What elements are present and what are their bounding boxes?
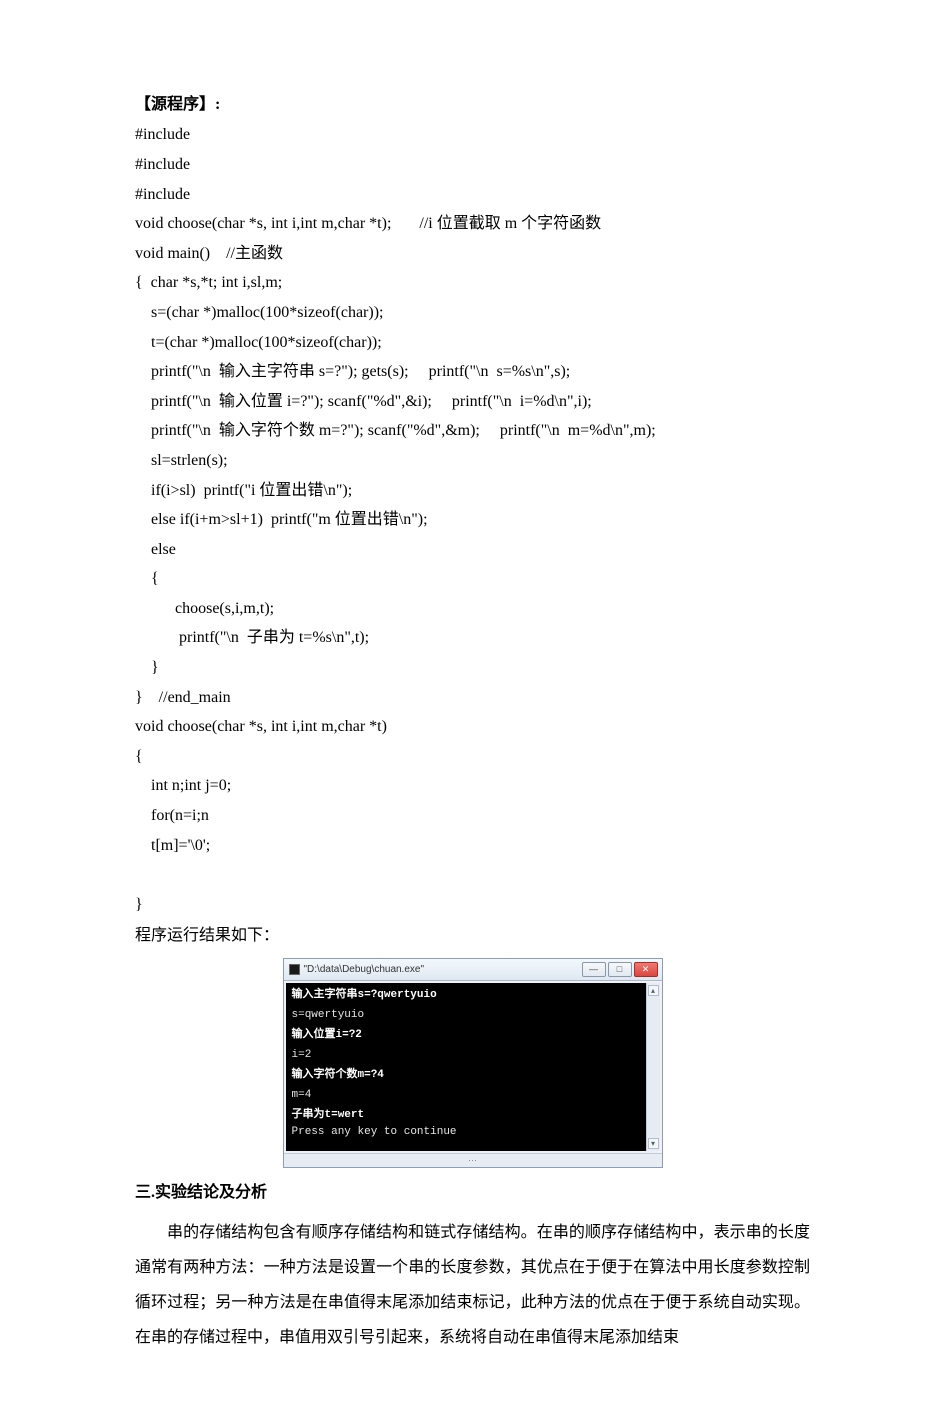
- minimize-button[interactable]: —: [582, 962, 606, 977]
- section-3-paragraph: 串的存储结构包含有顺序存储结构和链式存储结构。在串的顺序存储结构中，表示串的长度…: [135, 1215, 810, 1356]
- console-line: m=4: [292, 1087, 640, 1104]
- console-window-container: "D:\data\Debug\chuan.exe" — □ ✕ 输入主字符串s=…: [135, 958, 810, 1168]
- source-code-heading: 【源程序】:: [135, 90, 810, 120]
- console-window: "D:\data\Debug\chuan.exe" — □ ✕ 输入主字符串s=…: [283, 958, 663, 1168]
- window-title-text: "D:\data\Debug\chuan.exe": [304, 960, 425, 979]
- console-line: 输入主字符串s=?qwertyuio: [292, 987, 640, 1004]
- scroll-down-button[interactable]: ▾: [648, 1138, 659, 1149]
- console-line: 输入字符个数m=?4: [292, 1067, 640, 1084]
- console-line: i=2: [292, 1047, 640, 1064]
- maximize-button[interactable]: □: [608, 962, 632, 977]
- window-buttons: — □ ✕: [582, 962, 658, 977]
- run-result-label: 程序运行结果如下：: [135, 921, 810, 951]
- source-code-block: #include #include #include void choose(c…: [135, 120, 810, 919]
- console-line: Press any key to continue: [292, 1124, 640, 1141]
- console-output: 输入主字符串s=?qwertyuio s=qwertyuio 输入位置i=?2 i=2…: [286, 983, 646, 1151]
- section-3-heading: 三.实验结论及分析: [135, 1178, 810, 1208]
- close-button[interactable]: ✕: [634, 962, 658, 977]
- console-body-wrap: 输入主字符串s=?qwertyuio s=qwertyuio 输入位置i=?2 i=2…: [284, 981, 662, 1153]
- window-title-group: "D:\data\Debug\chuan.exe": [289, 960, 425, 979]
- scroll-up-button[interactable]: ▴: [648, 985, 659, 996]
- window-titlebar: "D:\data\Debug\chuan.exe" — □ ✕: [284, 959, 662, 981]
- console-line: 子串为t=wert: [292, 1107, 640, 1124]
- horizontal-scrollbar[interactable]: ⋯: [284, 1153, 662, 1167]
- app-icon: [289, 964, 300, 975]
- console-line: 输入位置i=?2: [292, 1027, 640, 1044]
- vertical-scrollbar[interactable]: ▴ ▾: [646, 983, 660, 1151]
- console-line: s=qwertyuio: [292, 1007, 640, 1024]
